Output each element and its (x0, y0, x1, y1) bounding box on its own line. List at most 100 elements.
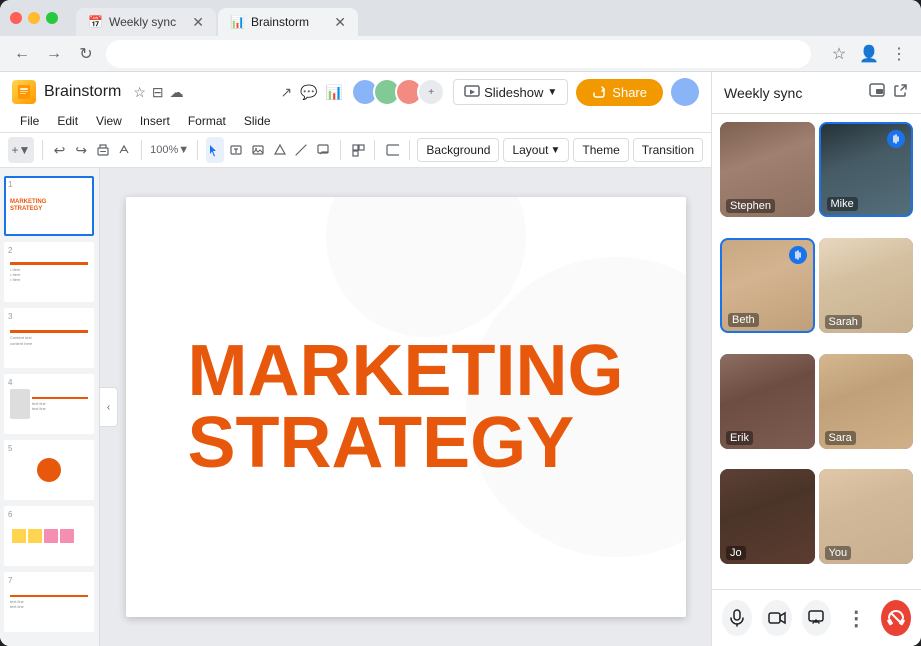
text-box-button[interactable] (228, 137, 246, 163)
divider-5 (374, 140, 375, 160)
app-title: Brainstorm (44, 83, 121, 101)
profile-icon[interactable]: 👤 (857, 42, 881, 66)
participant-name-erik: Erik (726, 431, 753, 445)
slides-app: Brainstorm ☆ ⊟ ☁ ↗ 💬 📊 (0, 72, 711, 646)
grid-view-button[interactable] (349, 137, 367, 163)
user-avatar[interactable] (671, 78, 699, 106)
tab-brainstorm[interactable]: 📊 Brainstorm ✕ (218, 8, 358, 36)
cloud-icon[interactable]: ☁ (170, 84, 184, 101)
window-controls (10, 12, 58, 24)
slide-thumb-1[interactable]: 1 MARKETINGSTRATEGY (4, 176, 94, 236)
address-bar[interactable] (106, 40, 811, 68)
shape-button[interactable] (271, 137, 289, 163)
image-button[interactable] (249, 137, 267, 163)
slide-thumb-6[interactable]: 6 (4, 506, 94, 566)
pip-icon[interactable] (869, 82, 885, 103)
undo-button[interactable]: ↩ (51, 137, 69, 163)
mic-button[interactable] (722, 600, 752, 636)
participant-tile-mike[interactable]: Mike (819, 122, 914, 217)
slides-menu: File Edit View Insert Format Slide (12, 110, 699, 132)
paint-format-button[interactable] (116, 137, 134, 163)
theme-button[interactable]: Theme (573, 138, 628, 162)
forward-button[interactable]: → (42, 42, 66, 66)
menu-slide[interactable]: Slide (236, 110, 279, 132)
divider-2 (141, 140, 142, 160)
participant-name-beth: Beth (728, 313, 759, 327)
share-button[interactable]: Share (576, 79, 663, 106)
background-button[interactable]: Background (417, 138, 499, 162)
divider-1 (42, 140, 43, 160)
close-button[interactable] (10, 12, 22, 24)
participant-name-sara: Sara (825, 431, 856, 445)
divider-3 (197, 140, 198, 160)
select-button[interactable] (206, 137, 224, 163)
print-button[interactable] (94, 137, 112, 163)
tab-close-weeklysync[interactable]: ✕ (192, 14, 204, 31)
menu-view[interactable]: View (88, 110, 130, 132)
app-area: Brainstorm ☆ ⊟ ☁ ↗ 💬 📊 (0, 72, 921, 646)
collapse-panel-button[interactable]: ‹ (100, 387, 118, 427)
camera-button[interactable] (762, 600, 792, 636)
toolbar: +▼ ↩ ↪ 100%▼ (0, 133, 711, 168)
participant-tile-beth[interactable]: Beth (720, 238, 815, 333)
participants-grid: Stephen Mike Beth (712, 114, 921, 589)
reload-button[interactable]: ↻ (74, 42, 98, 66)
share-label: Share (612, 85, 647, 100)
popout-icon[interactable] (893, 82, 909, 103)
tab-weeklysync[interactable]: 📅 Weekly sync ✕ (76, 8, 216, 36)
transition-button[interactable]: Transition (633, 138, 703, 162)
zoom-button[interactable]: 100%▼ (150, 137, 189, 163)
meet-controls: ⋮ (712, 589, 921, 646)
star-icon[interactable]: ☆ (133, 84, 146, 101)
participant-tile-sara[interactable]: Sara (819, 354, 914, 449)
slideshow-button[interactable]: Slideshow ▼ (453, 79, 568, 105)
layout-view-button[interactable] (383, 137, 401, 163)
menu-file[interactable]: File (12, 110, 47, 132)
browser-titlebar: 📅 Weekly sync ✕ 📊 Brainstorm ✕ (0, 0, 921, 36)
trending-icon[interactable]: ↗ (281, 84, 293, 101)
title-icons: ☆ ⊟ ☁ (133, 84, 183, 101)
menu-edit[interactable]: Edit (49, 110, 86, 132)
participant-tile-you[interactable]: You (819, 469, 914, 564)
slide-thumb-3[interactable]: 3 Content textcontent here (4, 308, 94, 368)
menu-format[interactable]: Format (180, 110, 234, 132)
slide-thumb-7[interactable]: 7 text linetext line (4, 572, 94, 632)
slide-thumb-4[interactable]: 4 text linetext line (4, 374, 94, 434)
add-button[interactable]: +▼ (8, 137, 34, 163)
speaking-indicator-beth (789, 246, 807, 264)
menu-icon[interactable]: ⋮ (887, 42, 911, 66)
participant-tile-stephen[interactable]: Stephen (720, 122, 815, 217)
chart-icon[interactable]: 📊 (326, 84, 343, 101)
tab-close-brainstorm[interactable]: ✕ (334, 14, 346, 31)
canvas-area: ‹ MARKETING STRATEGY (100, 168, 711, 646)
participant-name-sarah: Sarah (825, 315, 862, 329)
slide-main-text: MARKETING STRATEGY (148, 295, 664, 519)
tab-favicon-brainstorm: 📊 (230, 15, 245, 29)
browser-actions: ☆ 👤 ⋮ (827, 42, 911, 66)
more-collaborators[interactable]: + (417, 78, 445, 106)
participant-tile-jo[interactable]: Jo (720, 469, 815, 564)
chat-icon[interactable]: 💬 (300, 84, 317, 101)
slide-thumb-2[interactable]: 2 • Item• Item• Item (4, 242, 94, 302)
rename-icon[interactable]: ⊟ (152, 84, 164, 101)
end-call-button[interactable] (881, 600, 911, 636)
comment-button[interactable] (314, 137, 332, 163)
menu-insert[interactable]: Insert (132, 110, 178, 132)
participant-tile-erik[interactable]: Erik (720, 354, 815, 449)
redo-button[interactable]: ↪ (72, 137, 90, 163)
layout-button[interactable]: Layout▼ (503, 138, 569, 162)
participant-name-mike: Mike (827, 197, 858, 211)
bookmark-icon[interactable]: ☆ (827, 42, 851, 66)
more-options-button[interactable]: ⋮ (841, 600, 871, 636)
layout-label: Layout (512, 143, 548, 157)
minimize-button[interactable] (28, 12, 40, 24)
participant-tile-sarah[interactable]: Sarah (819, 238, 914, 333)
back-button[interactable]: ← (10, 42, 34, 66)
present-button[interactable] (802, 600, 832, 636)
maximize-button[interactable] (46, 12, 58, 24)
slide-thumb-5[interactable]: 5 (4, 440, 94, 500)
line-button[interactable] (293, 137, 311, 163)
toolbar-add-group: +▼ (8, 137, 34, 163)
slide-panel: 1 MARKETINGSTRATEGY 2 • Item• Item• Item (0, 168, 100, 646)
meet-title: Weekly sync (724, 85, 802, 101)
